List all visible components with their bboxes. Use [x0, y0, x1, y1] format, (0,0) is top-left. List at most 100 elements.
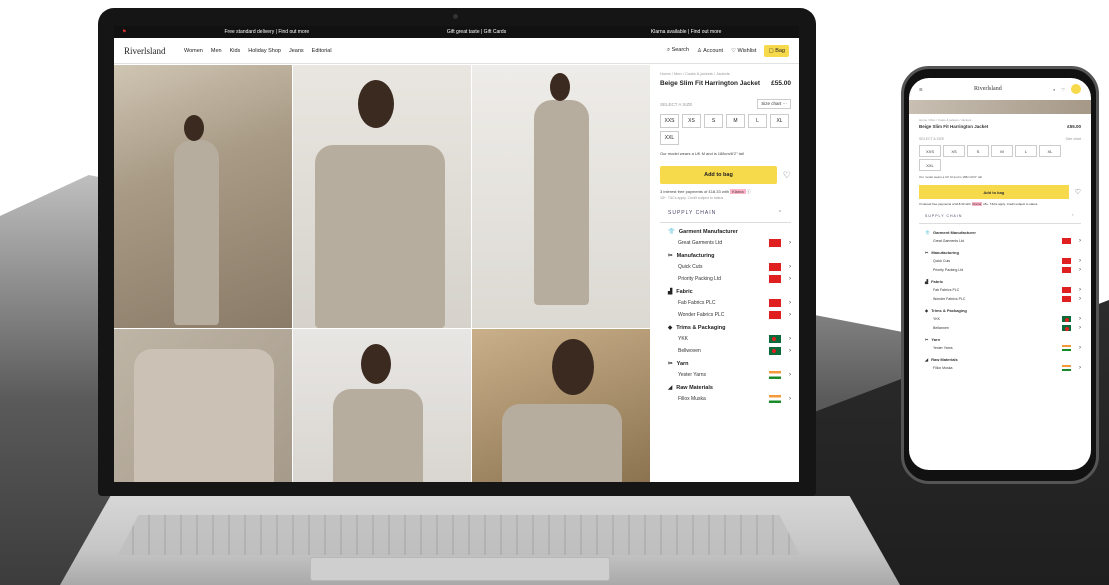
nav-men[interactable]: Men — [211, 48, 222, 54]
chevron-right-icon[interactable]: › — [789, 276, 791, 282]
product-photo[interactable] — [472, 329, 650, 482]
chevron-right-icon[interactable]: › — [789, 336, 791, 342]
supplier-name: Fillox Muska — [678, 396, 706, 402]
wishlist-button[interactable]: ♡ Wishlist — [731, 48, 756, 54]
product-photo[interactable] — [114, 329, 292, 482]
account-button[interactable]: ♙ Account — [697, 48, 723, 54]
size-option[interactable]: S — [967, 145, 989, 157]
size-option[interactable]: XS — [943, 145, 965, 157]
menu-icon[interactable]: ☰ — [919, 87, 923, 92]
site-logo[interactable]: Riverlsland — [124, 46, 184, 56]
product-photo[interactable] — [114, 65, 292, 328]
supplier-row[interactable]: Wonder Fabrics PLC › — [660, 311, 791, 319]
bag-icon[interactable] — [1070, 84, 1081, 94]
laptop-trackpad — [310, 557, 610, 581]
chevron-right-icon[interactable]: › — [789, 240, 791, 246]
banner-item[interactable]: Gift great taste | Gift Cards — [372, 29, 582, 35]
wishlist-heart-icon[interactable]: ♡ — [1075, 188, 1081, 196]
klarna-badge[interactable]: Klarna — [730, 189, 746, 194]
size-option[interactable]: XXS — [919, 145, 941, 157]
chevron-right-icon[interactable]: › — [1079, 258, 1081, 264]
supply-category-label: Fabric — [931, 279, 944, 284]
chevron-right-icon[interactable]: › — [789, 264, 791, 270]
chevron-right-icon[interactable]: › — [1079, 238, 1081, 244]
nav-editorial[interactable]: Editorial — [312, 48, 332, 54]
supplier-row[interactable]: YKK › — [919, 316, 1081, 322]
supplier-row[interactable]: Priority Packing Ltd › — [919, 267, 1081, 273]
chevron-right-icon[interactable]: › — [1079, 345, 1081, 351]
uk-flag-icon[interactable]: ⚑ — [122, 29, 162, 35]
chevron-right-icon[interactable]: › — [789, 312, 791, 318]
size-chart-button[interactable]: Size chart ⋯ — [757, 99, 791, 109]
banner-item[interactable]: Free standard delivery | Find out more — [162, 29, 372, 35]
supplier-row[interactable]: Quick Cuts › — [660, 263, 791, 271]
breadcrumb[interactable]: Home / Men / Coats & jackets / Jackets — [660, 71, 791, 76]
wishlist-heart-icon[interactable]: ♡ — [783, 170, 791, 181]
size-option[interactable]: L — [748, 114, 767, 128]
chevron-right-icon[interactable]: › — [789, 348, 791, 354]
chevron-right-icon[interactable]: › — [1079, 267, 1081, 273]
supplier-row[interactable]: Great Garments Ltd › — [660, 239, 791, 247]
model-note: Our model wears a UK M and is 188cm/6'2"… — [919, 175, 982, 179]
size-option[interactable]: S — [704, 114, 723, 128]
banner-item[interactable]: Klarna available | Find out more — [581, 29, 791, 35]
supplier-row[interactable]: Fab Fabrics PLC › — [660, 299, 791, 307]
cn-flag-icon — [769, 239, 781, 247]
chevron-right-icon[interactable]: › — [789, 372, 791, 378]
chevron-right-icon[interactable]: › — [1079, 316, 1081, 322]
product-title: Beige Slim Fit Harrington Jacket — [919, 124, 989, 129]
supplier-row[interactable]: Fillox Muska › — [919, 365, 1081, 371]
add-to-bag-button[interactable]: Add to bag — [919, 185, 1069, 199]
product-photo[interactable] — [293, 65, 471, 328]
chevron-right-icon[interactable]: › — [1079, 296, 1081, 302]
info-icon[interactable]: ⓘ — [747, 189, 751, 194]
chevron-right-icon[interactable]: › — [1079, 325, 1081, 331]
supplier-row[interactable]: Bellwoven › — [660, 347, 791, 355]
product-price: £55.00 — [1067, 124, 1081, 129]
size-option[interactable]: M — [991, 145, 1013, 157]
nav-kids[interactable]: Kids — [230, 48, 241, 54]
search-icon[interactable]: ⌕ — [1053, 87, 1055, 92]
supplier-row[interactable]: Priority Packing Ltd › — [660, 275, 791, 283]
raw-materials-icon: ◢ — [668, 385, 673, 391]
product-photo[interactable] — [293, 329, 471, 482]
size-option[interactable]: XXL — [660, 131, 679, 145]
supplier-row[interactable]: Yester Yarns › — [660, 371, 791, 379]
supplier-row[interactable]: Yester Yarns › — [919, 345, 1081, 351]
size-option[interactable]: XL — [1039, 145, 1061, 157]
phone-product-image[interactable] — [909, 100, 1091, 114]
supplier-row[interactable]: YKK › — [660, 335, 791, 343]
size-option[interactable]: XXL — [919, 159, 941, 171]
supplier-row[interactable]: Great Garments Ltd › — [919, 238, 1081, 244]
supplier-row[interactable]: Bellwoven › — [919, 325, 1081, 331]
nav-women[interactable]: Women — [184, 48, 203, 54]
product-photo[interactable] — [472, 65, 650, 328]
phone-logo[interactable]: Riverlsland — [974, 86, 1002, 92]
breadcrumb[interactable]: Home / Men / Coats & jackets / Jackets — [919, 118, 1081, 122]
size-option[interactable]: XXS — [660, 114, 679, 128]
bag-button[interactable]: ▢ Bag — [764, 44, 789, 57]
klarna-badge[interactable]: Klarna — [971, 202, 983, 206]
size-option[interactable]: XS — [682, 114, 701, 128]
size-option[interactable]: M — [726, 114, 745, 128]
add-to-bag-button[interactable]: Add to bag — [660, 166, 777, 184]
supplier-row[interactable]: Fillox Muska › — [660, 395, 791, 403]
supplier-row[interactable]: Fab Fabrics PLC › — [919, 287, 1081, 293]
size-option[interactable]: XL — [770, 114, 789, 128]
search-button[interactable]: ⌕ Search — [667, 47, 689, 54]
supplier-row[interactable]: Wonder Fabrics PLC › — [919, 296, 1081, 302]
chevron-right-icon[interactable]: › — [789, 300, 791, 306]
supplier-row[interactable]: Quick Cuts › — [919, 258, 1081, 264]
supply-chain-toggle[interactable]: SUPPLY CHAIN ⌃ — [919, 214, 1081, 224]
chevron-right-icon[interactable]: › — [1079, 287, 1081, 293]
supply-category: ✂ Yarn — [919, 337, 1081, 342]
supply-chain-toggle[interactable]: SUPPLY CHAIN ⌃ — [660, 210, 791, 223]
chevron-right-icon[interactable]: › — [789, 396, 791, 402]
size-option[interactable]: L — [1015, 145, 1037, 157]
nav-holiday-shop[interactable]: Holiday Shop — [248, 48, 281, 54]
size-chart-button[interactable]: Size chart — [1065, 137, 1081, 141]
nav-jeans[interactable]: Jeans — [289, 48, 304, 54]
supply-category: 👕 Garment Manufacturer — [919, 230, 1081, 235]
chevron-right-icon[interactable]: › — [1079, 365, 1081, 371]
heart-icon[interactable]: ♡ — [1061, 87, 1065, 92]
